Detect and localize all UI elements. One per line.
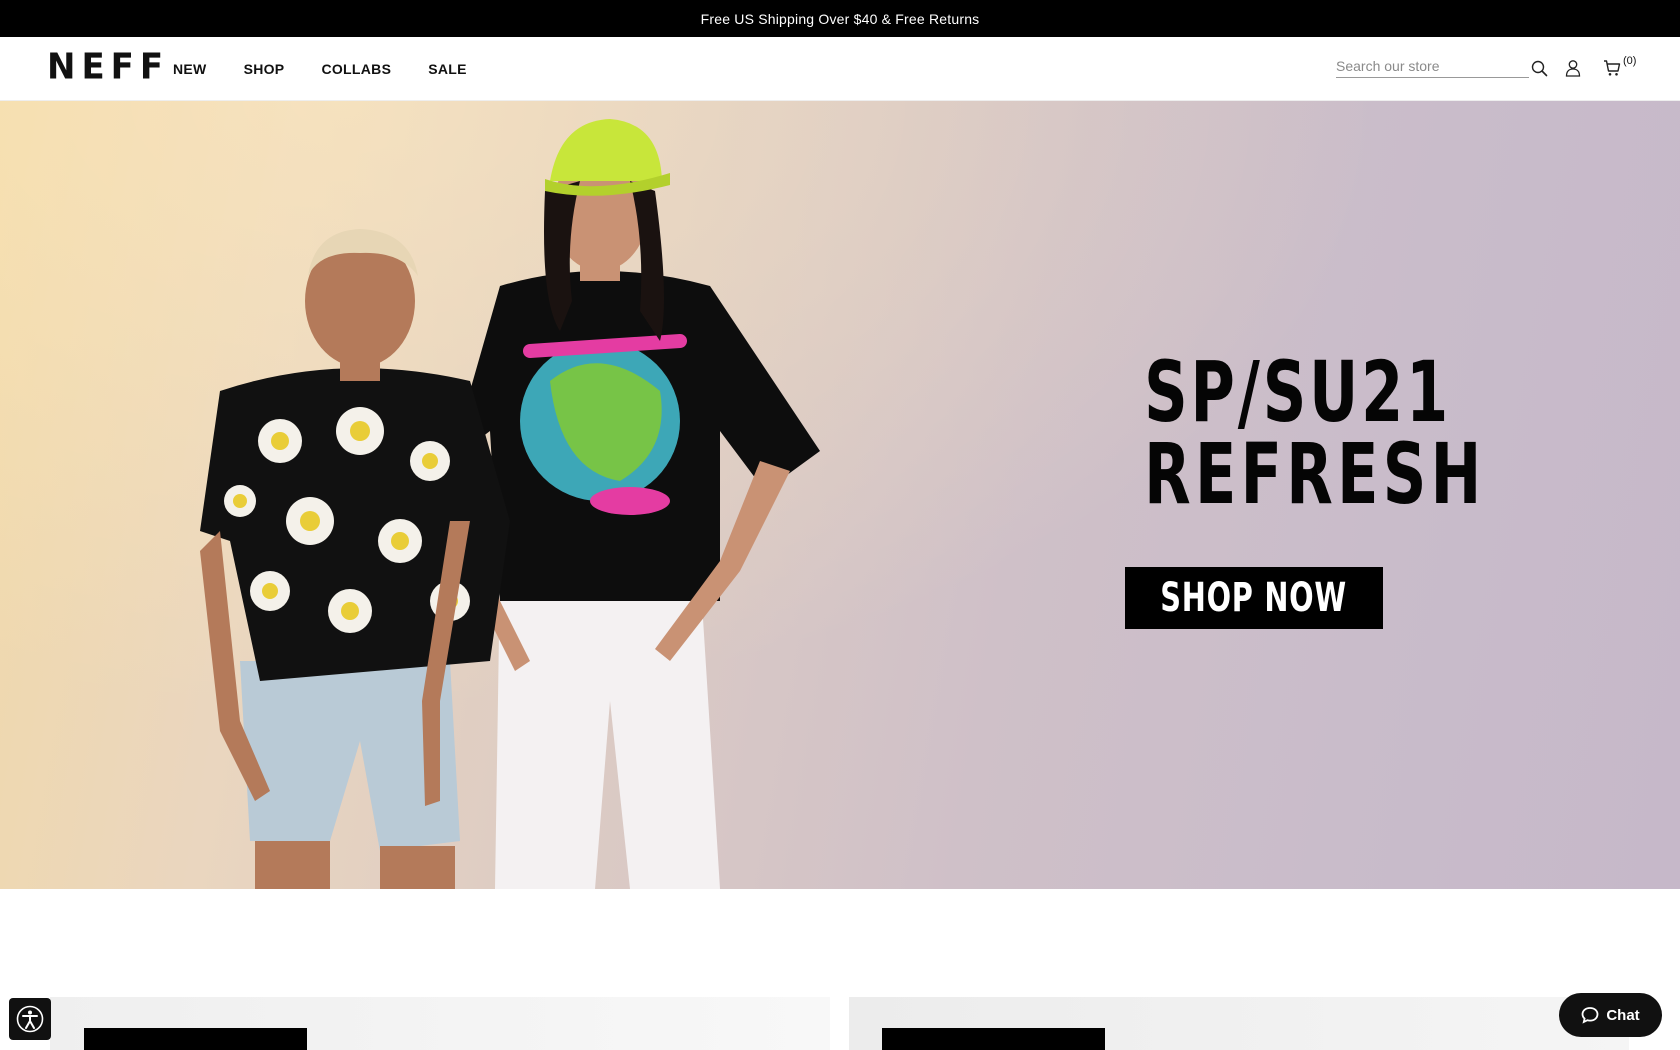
- main-nav: NEW SHOP COLLABS SALE: [173, 37, 504, 101]
- search-container: [1336, 54, 1531, 80]
- nav-item-shop[interactable]: SHOP: [244, 61, 285, 77]
- chat-bubble-icon: [1581, 1007, 1599, 1024]
- nav-item-sale[interactable]: SALE: [428, 61, 467, 77]
- shop-now-button[interactable]: SHOP NOW: [1125, 567, 1383, 629]
- hero-headline-line1: SP/SU21: [1144, 343, 1452, 441]
- hero-headline: SP/SU21 REFRESH: [1100, 343, 1486, 524]
- cart-icon[interactable]: [1601, 56, 1623, 80]
- cart-count[interactable]: (0): [1623, 55, 1636, 67]
- nav-item-collabs[interactable]: COLLABS: [321, 61, 391, 77]
- chat-label: Chat: [1606, 1006, 1640, 1024]
- chat-button[interactable]: Chat: [1559, 993, 1662, 1037]
- category-tile-right[interactable]: [849, 997, 1629, 1050]
- accessibility-icon[interactable]: [9, 998, 51, 1040]
- category-tile-right-label[interactable]: [882, 1028, 1105, 1050]
- neff-logo[interactable]: NEFF: [47, 49, 169, 85]
- nav-item-new[interactable]: NEW: [173, 61, 207, 77]
- search-input[interactable]: [1336, 54, 1529, 78]
- hero-headline-line2: REFRESH: [1144, 425, 1486, 524]
- announcement-bar: Free US Shipping Over $40 & Free Returns: [0, 0, 1680, 37]
- category-tile-left[interactable]: [50, 997, 830, 1050]
- shop-now-label: SHOP NOW: [1160, 575, 1348, 621]
- hero-models-image: [200, 119, 820, 889]
- announcement-text: Free US Shipping Over $40 & Free Returns: [700, 10, 980, 27]
- search-icon[interactable]: [1528, 57, 1550, 79]
- hero-banner[interactable]: SP/SU21 REFRESH SHOP NOW: [0, 101, 1680, 889]
- category-tile-left-label[interactable]: [84, 1028, 307, 1050]
- user-icon[interactable]: [1562, 57, 1584, 79]
- site-header: NEFF NEW SHOP COLLABS SALE (0): [0, 37, 1680, 101]
